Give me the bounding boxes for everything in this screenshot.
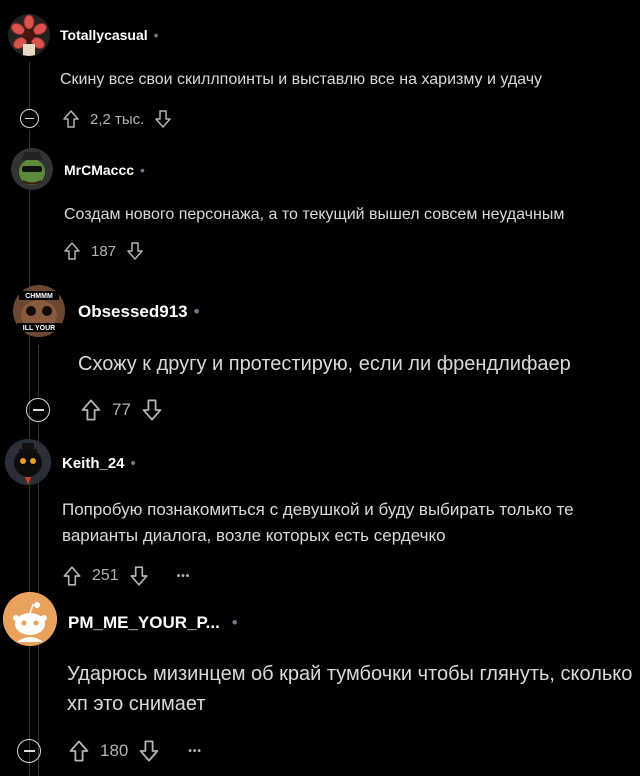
avatar[interactable]: CHMMM ILL YOUR <box>13 285 65 337</box>
comment-body: Скину все свои скиллпоинты и выставлю вс… <box>60 71 543 88</box>
comment-username[interactable]: Keith_24 • <box>62 455 136 472</box>
meme-avatar-icon: CHMMM ILL YOUR <box>13 285 65 337</box>
comment-username[interactable]: MrCMaccc • <box>64 162 145 178</box>
collapse-button[interactable] <box>20 109 39 128</box>
comment-body: Создам нового персонажа, а то текущий вы… <box>64 206 565 223</box>
comment-body: Попробую познакомиться с девушкой и буду… <box>62 500 574 545</box>
downvote-arrow-icon[interactable] <box>129 565 149 587</box>
comment-body: Схожу к другу и протестирую, если ли фре… <box>78 353 571 375</box>
avatar-caption-bottom: ILL YOUR <box>23 325 55 332</box>
username-text[interactable]: PM_ME_YOUR_P... <box>68 613 220 632</box>
demogorgon-avatar-icon <box>8 14 50 56</box>
avatar[interactable] <box>3 592 57 646</box>
comment-actions: 77 <box>80 398 163 422</box>
separator-dot: • <box>231 613 238 632</box>
thread-line <box>38 345 39 397</box>
vote-count: 187 <box>91 242 117 260</box>
avatar[interactable] <box>11 148 53 190</box>
comment-actions: 2,2 тыс. <box>62 109 172 129</box>
downvote-arrow-icon[interactable] <box>154 109 172 129</box>
more-options-button[interactable]: ••• <box>188 746 202 757</box>
downvote-arrow-icon[interactable] <box>141 398 163 422</box>
separator-dot: • <box>130 455 136 472</box>
thread-line <box>29 62 30 108</box>
upvote-arrow-icon[interactable] <box>62 109 80 129</box>
comment-actions: 180 ••• <box>68 739 202 763</box>
username-text[interactable]: MrCMaccc <box>64 162 134 178</box>
upvote-arrow-icon[interactable] <box>63 241 81 261</box>
comment-username[interactable]: PM_ME_YOUR_P... • <box>68 613 238 633</box>
username-text[interactable]: Totallycasual <box>60 27 148 43</box>
upvote-arrow-icon[interactable] <box>80 398 102 422</box>
separator-dot: • <box>153 27 159 43</box>
vote-count: 180 <box>100 741 129 760</box>
pepe-avatar-icon <box>11 148 53 190</box>
downvote-arrow-icon[interactable] <box>126 241 144 261</box>
separator-dot: • <box>140 162 145 178</box>
robot-avatar-icon <box>5 439 51 485</box>
separator-dot: • <box>193 302 200 321</box>
comment-username[interactable]: Obsessed913 • <box>78 302 200 322</box>
upvote-arrow-icon[interactable] <box>62 565 82 587</box>
comment-username[interactable]: Totallycasual • <box>60 27 159 43</box>
avatar[interactable] <box>8 14 50 56</box>
more-options-button[interactable]: ••• <box>177 571 191 582</box>
comment-actions: 187 <box>63 241 144 261</box>
snoo-avatar-icon <box>3 592 57 646</box>
comment-body: Ударюсь мизинцем об край тумбочки чтобы … <box>67 663 633 715</box>
username-text[interactable]: Obsessed913 <box>78 302 188 321</box>
upvote-arrow-icon[interactable] <box>68 739 90 763</box>
downvote-arrow-icon[interactable] <box>138 739 160 763</box>
username-text[interactable]: Keith_24 <box>62 455 125 472</box>
vote-count: 2,2 тыс. <box>90 110 145 128</box>
comment-actions: 251 ••• <box>62 565 190 587</box>
vote-count: 77 <box>112 400 131 419</box>
collapse-button[interactable] <box>26 398 50 422</box>
avatar[interactable] <box>5 439 51 485</box>
avatar-caption-top: CHMMM <box>25 293 53 300</box>
vote-count: 251 <box>92 567 119 584</box>
collapse-button[interactable] <box>17 739 41 763</box>
